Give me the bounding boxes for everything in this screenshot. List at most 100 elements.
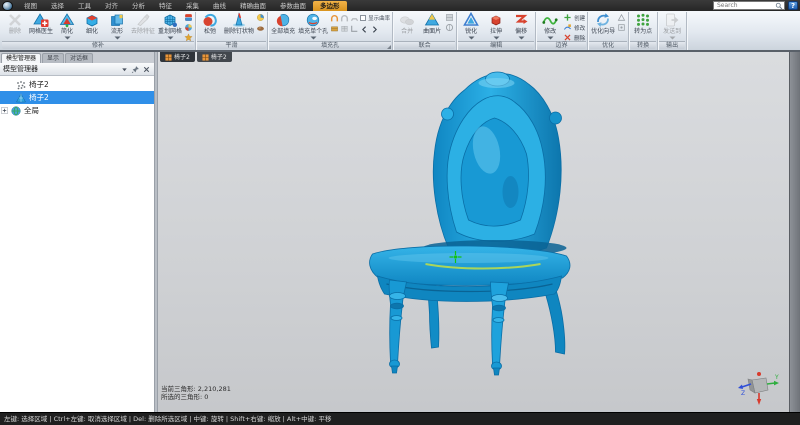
remesh-icon	[162, 12, 178, 28]
ribbon-button-label: 合并	[401, 29, 413, 35]
dialog-launcher-icon[interactable]	[387, 45, 391, 49]
send-to-icon	[664, 12, 680, 28]
ribbon-button-0-1[interactable]: 网格医生	[28, 12, 54, 35]
arch-e-icon[interactable]	[340, 24, 349, 33]
chev-right-icon[interactable]	[370, 25, 378, 33]
ribbon-button-6-0[interactable]: 优化向导	[590, 12, 616, 35]
ribbon-small-row[interactable]: 修改	[563, 23, 585, 32]
arch-b-icon[interactable]	[340, 14, 349, 23]
arch-a-icon[interactable]	[330, 14, 339, 23]
checkbox-box[interactable]	[360, 15, 366, 21]
viewport-tab-label: 椅子2	[211, 54, 227, 61]
viewport-tab-1[interactable]: 椅子2	[197, 52, 232, 62]
offset-icon	[513, 12, 529, 28]
viewport-tab-0[interactable]: 椅子2	[160, 52, 195, 62]
dropdown-arrow-icon[interactable]	[493, 36, 500, 40]
small-red-icon[interactable]	[184, 13, 193, 22]
panel-tab-0[interactable]: 模型管理器	[1, 53, 41, 63]
menu-tab-1[interactable]: 选择	[44, 1, 71, 11]
search-icon[interactable]	[775, 2, 783, 10]
menu-tab-6[interactable]: 采集	[179, 1, 206, 11]
ribbon-button-5-0[interactable]: 修改	[538, 12, 562, 40]
arch-f-icon[interactable]	[350, 24, 359, 33]
dropdown-arrow-icon[interactable]	[310, 36, 317, 40]
menu-tab-0[interactable]: 视图	[17, 1, 44, 11]
ribbon-button-1-1[interactable]: 删除钉状物	[223, 12, 255, 35]
ribbon-button-0-2[interactable]: 简化	[55, 12, 79, 40]
chair-seat[interactable]	[370, 246, 570, 286]
ribbon-toolbar: 删除网格医生简化细化流形去除特征重划网格修补松弛删除钉状物平滑全部填充填充单个孔…	[0, 11, 800, 50]
show-curvature-checkbox[interactable]: 显示曲率	[360, 14, 390, 22]
chair-front-left-leg[interactable]	[389, 280, 406, 373]
ribbon-button-7-0[interactable]: 转为点	[631, 12, 655, 35]
status-bar: 左键: 选择区域 | Ctrl+左键: 取消选择区域 | Del: 删除所选区域…	[0, 412, 800, 425]
b-create-icon[interactable]	[563, 13, 572, 22]
ribbon-group-content-5: 修改创建修改删除	[538, 12, 585, 42]
close-icon[interactable]	[142, 65, 151, 74]
menu-tab-8[interactable]: 精确曲面	[233, 1, 273, 11]
chair-model-mesh[interactable]	[158, 52, 789, 412]
ribbon-button-3-1[interactable]: 曲面片	[420, 12, 444, 35]
b-modify-icon[interactable]	[563, 23, 572, 32]
chair-front-right-leg[interactable]	[491, 282, 509, 375]
right-edge-strip	[789, 52, 800, 412]
panel-tab-2[interactable]: 对话框	[65, 53, 93, 63]
ribbon-button-1-0[interactable]: 松弛	[198, 12, 222, 35]
caret-down-icon[interactable]	[120, 65, 129, 74]
dropdown-arrow-icon[interactable]	[167, 36, 174, 40]
menu-tab-3[interactable]: 对齐	[98, 1, 125, 11]
dropdown-arrow-icon[interactable]	[114, 36, 121, 40]
pie-icon[interactable]	[256, 13, 265, 22]
menu-tab-2[interactable]: 工具	[71, 1, 98, 11]
arch-d-icon[interactable]	[330, 24, 339, 33]
fill-mode-row	[330, 24, 359, 33]
menu-tab-9[interactable]: 参数曲面	[273, 1, 313, 11]
orientation-triad[interactable]: Z Y	[737, 368, 781, 406]
dropdown-arrow-icon[interactable]	[669, 36, 676, 40]
small-gray4-icon[interactable]	[617, 23, 626, 32]
combine-icon	[399, 12, 415, 28]
ribbon-button-4-2[interactable]: 偏移	[509, 12, 533, 40]
viewport-3d[interactable]: 椅子2 椅子2	[158, 52, 789, 412]
chev-left-icon[interactable]	[360, 25, 368, 33]
tree-item-1[interactable]: 椅子2	[0, 91, 154, 104]
tree-item-0[interactable]: 椅子2	[0, 78, 154, 91]
blob-icon[interactable]	[256, 23, 265, 32]
ribbon-button-0-6[interactable]: 重划网格	[157, 12, 183, 40]
ribbon-button-4-1[interactable]: 拉伸	[484, 12, 508, 40]
ribbon-small-column-1-0	[256, 12, 265, 32]
search-box[interactable]	[713, 1, 785, 10]
menu-tab-4[interactable]: 分析	[125, 1, 152, 11]
dropdown-arrow-icon[interactable]	[547, 36, 554, 40]
arch-c-icon[interactable]	[350, 14, 359, 23]
dropdown-arrow-icon[interactable]	[468, 36, 475, 40]
ribbon-small-row[interactable]: 创建	[563, 13, 585, 22]
small-gray3-icon[interactable]	[617, 13, 626, 22]
help-button[interactable]: ?	[788, 1, 798, 10]
tree-item-2[interactable]: 全局	[0, 104, 154, 117]
small-gray2-icon[interactable]	[445, 23, 454, 32]
menu-tab-7[interactable]: 曲线	[206, 1, 233, 11]
small-palette-icon[interactable]	[184, 23, 193, 32]
globe-icon	[11, 106, 21, 116]
panel-tab-1[interactable]: 显示	[42, 53, 64, 63]
app-logo-orb[interactable]	[2, 1, 13, 11]
expander-icon[interactable]	[1, 107, 8, 114]
ribbon-button-0-3[interactable]: 细化	[80, 12, 104, 35]
ribbon-button-0-4[interactable]: 流形	[105, 12, 129, 40]
dropdown-arrow-icon[interactable]	[64, 36, 71, 40]
menu-tab-10[interactable]: 多边形	[313, 1, 347, 11]
dropdown-arrow-icon[interactable]	[518, 36, 525, 40]
ribbon-button-label: 重划网格	[158, 29, 182, 35]
search-input[interactable]	[717, 2, 775, 9]
menu-tab-5[interactable]: 特征	[152, 1, 179, 11]
ribbon-button-2-1[interactable]: 填充单个孔	[297, 12, 329, 40]
ribbon-button-4-0[interactable]: 锐化	[459, 12, 483, 40]
small-gray1-icon[interactable]	[445, 13, 454, 22]
pin-icon[interactable]	[131, 65, 140, 74]
ribbon-button-2-0[interactable]: 全部填充	[270, 12, 296, 35]
ribbon-group-0: 删除网格医生简化细化流形去除特征重划网格修补	[1, 12, 196, 50]
ribbon-group-7: 转为点转换	[629, 12, 658, 50]
boundary-icon	[542, 12, 558, 28]
ribbon-group-content-2: 全部填充填充单个孔 显示曲率	[270, 12, 390, 42]
